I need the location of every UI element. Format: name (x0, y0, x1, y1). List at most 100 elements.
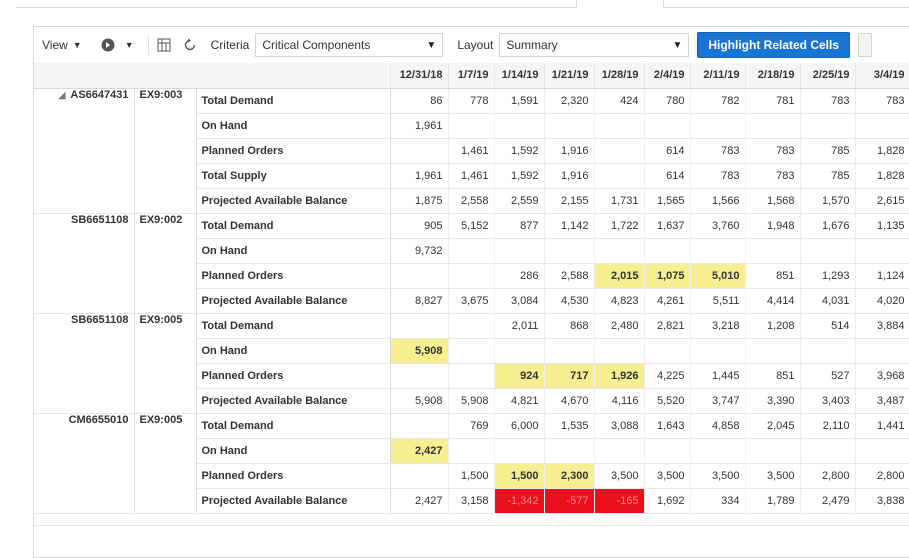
value-cell[interactable]: 783 (855, 88, 909, 114)
value-cell[interactable]: 614 (644, 163, 691, 189)
value-cell[interactable]: 614 (644, 138, 691, 164)
value-cell[interactable] (494, 438, 545, 464)
value-cell[interactable]: 3,838 (855, 488, 909, 514)
value-cell[interactable]: 1,500 (448, 463, 495, 489)
value-cell[interactable]: 4,225 (644, 363, 691, 389)
value-cell[interactable]: 851 (745, 363, 801, 389)
value-cell[interactable] (745, 113, 801, 139)
value-cell[interactable] (494, 338, 545, 364)
value-cell[interactable]: 1,142 (544, 213, 595, 239)
value-cell[interactable] (494, 113, 545, 139)
value-cell[interactable]: 5,908 (390, 388, 449, 414)
column-header-date[interactable]: 2/18/19 (745, 63, 801, 89)
value-cell[interactable] (594, 338, 645, 364)
value-cell[interactable] (594, 238, 645, 264)
value-cell[interactable]: 1,731 (594, 188, 645, 214)
value-cell[interactable]: 3,760 (690, 213, 746, 239)
value-cell[interactable]: 5,520 (644, 388, 691, 414)
value-cell[interactable]: 1,445 (690, 363, 746, 389)
refresh-icon[interactable] (181, 36, 199, 54)
value-cell[interactable] (800, 113, 856, 139)
value-cell[interactable] (644, 338, 691, 364)
value-cell[interactable]: 783 (800, 88, 856, 114)
value-cell[interactable]: 3,500 (690, 463, 746, 489)
value-cell[interactable]: 4,261 (644, 288, 691, 314)
value-cell[interactable]: 5,511 (690, 288, 746, 314)
value-cell[interactable]: 1,676 (800, 213, 856, 239)
organization-cell[interactable]: EX9:002 (134, 213, 197, 314)
value-cell[interactable]: 4,530 (544, 288, 595, 314)
value-cell[interactable]: 1,828 (855, 138, 909, 164)
value-cell[interactable]: 2,480 (594, 313, 645, 339)
value-cell[interactable]: 1,293 (800, 263, 856, 289)
value-cell[interactable]: 1,461 (448, 163, 495, 189)
value-cell[interactable]: 2,800 (800, 463, 856, 489)
highlighted-value-cell[interactable]: 1,500 (494, 463, 545, 489)
go-menu[interactable]: ▼ (99, 36, 134, 54)
value-cell[interactable]: 3,968 (855, 363, 909, 389)
value-cell[interactable]: 3,390 (745, 388, 801, 414)
value-cell[interactable]: 2,558 (448, 188, 495, 214)
value-cell[interactable]: 1,592 (494, 163, 545, 189)
value-cell[interactable]: 783 (745, 163, 801, 189)
value-cell[interactable]: 782 (690, 88, 746, 114)
value-cell[interactable] (690, 438, 746, 464)
organization-cell[interactable]: EX9:003 (134, 88, 197, 214)
value-cell[interactable]: 2,559 (494, 188, 545, 214)
value-cell[interactable] (594, 138, 645, 164)
value-cell[interactable]: 3,884 (855, 313, 909, 339)
value-cell[interactable] (855, 338, 909, 364)
value-cell[interactable]: 3,500 (594, 463, 645, 489)
value-cell[interactable] (594, 438, 645, 464)
value-cell[interactable]: 1,875 (390, 188, 449, 214)
value-cell[interactable]: 5,908 (448, 388, 495, 414)
value-cell[interactable] (855, 438, 909, 464)
value-cell[interactable] (448, 238, 495, 264)
value-cell[interactable] (800, 338, 856, 364)
value-cell[interactable]: 1,916 (544, 138, 595, 164)
value-cell[interactable]: 2,011 (494, 313, 545, 339)
negative-value-cell[interactable]: -577 (544, 488, 595, 514)
item-cell[interactable]: ◢ AS6647431 (34, 88, 135, 214)
value-cell[interactable]: 2,155 (544, 188, 595, 214)
value-cell[interactable]: 2,479 (800, 488, 856, 514)
value-cell[interactable] (544, 113, 595, 139)
value-cell[interactable] (448, 338, 495, 364)
column-header-date[interactable]: 1/28/19 (594, 63, 645, 89)
highlight-related-cells-button[interactable]: Highlight Related Cells (697, 32, 851, 58)
value-cell[interactable]: 6,000 (494, 413, 545, 439)
value-cell[interactable] (594, 163, 645, 189)
value-cell[interactable]: 783 (690, 163, 746, 189)
value-cell[interactable]: 1,565 (644, 188, 691, 214)
item-cell[interactable]: SB6651108 (34, 313, 135, 414)
value-cell[interactable]: 2,110 (800, 413, 856, 439)
value-cell[interactable]: 2,615 (855, 188, 909, 214)
value-cell[interactable]: 783 (690, 138, 746, 164)
value-cell[interactable]: 4,670 (544, 388, 595, 414)
value-cell[interactable]: 3,500 (644, 463, 691, 489)
value-cell[interactable]: 424 (594, 88, 645, 114)
value-cell[interactable]: 2,427 (390, 488, 449, 514)
column-header-date[interactable]: 2/25/19 (800, 63, 856, 89)
value-cell[interactable]: 1,566 (690, 188, 746, 214)
value-cell[interactable]: 1,961 (390, 113, 449, 139)
value-cell[interactable] (690, 238, 746, 264)
value-cell[interactable] (390, 413, 449, 439)
value-cell[interactable] (448, 438, 495, 464)
value-cell[interactable]: 527 (800, 363, 856, 389)
value-cell[interactable]: 3,747 (690, 388, 746, 414)
value-cell[interactable]: 785 (800, 163, 856, 189)
value-cell[interactable] (544, 238, 595, 264)
value-cell[interactable]: 1,135 (855, 213, 909, 239)
value-cell[interactable]: 3,158 (448, 488, 495, 514)
value-cell[interactable] (745, 238, 801, 264)
value-cell[interactable]: 3,500 (745, 463, 801, 489)
view-menu[interactable]: View ▼ (42, 38, 82, 52)
value-cell[interactable]: 3,675 (448, 288, 495, 314)
value-cell[interactable]: 1,722 (594, 213, 645, 239)
value-cell[interactable]: 1,961 (390, 163, 449, 189)
value-cell[interactable]: 3,487 (855, 388, 909, 414)
value-cell[interactable] (800, 438, 856, 464)
item-cell[interactable]: SB6651108 (34, 213, 135, 314)
collapse-triangle-icon[interactable]: ◢ (58, 90, 65, 100)
